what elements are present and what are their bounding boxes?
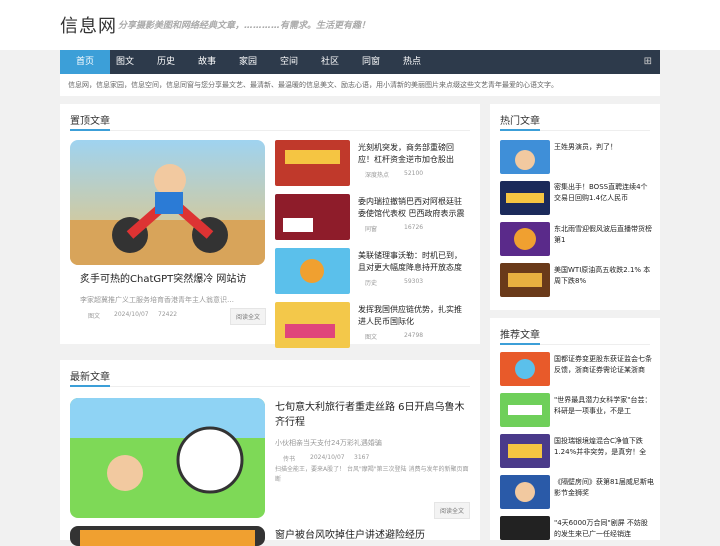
rec-item-2-title[interactable]: "世界最具潜力女科学家"台芸：科研是一项事业，不是工 [554, 395, 654, 417]
hot-item-4-image[interactable] [500, 263, 550, 297]
top-item-3-category[interactable]: 历史 [365, 278, 377, 287]
recommended-articles-panel: 推荐文章 国都证券变更股东获证监会七条反馈，浙商证券需论证某浙商 "世界最具潜力… [490, 318, 660, 540]
hot-item-2-title[interactable]: 密集出手！BOSS直聘连续4个交易日回购1.4亿人民币 [554, 182, 654, 204]
hot-item-3-title[interactable]: 东北雨雪迎假风波后直播带货榜第1 [554, 224, 654, 246]
top-item-2-views: 16726 [404, 224, 424, 231]
rec-item-2-image[interactable] [500, 393, 550, 427]
panel-title-latest: 最新文章 [70, 372, 110, 383]
rec-item-3-image[interactable] [500, 434, 550, 468]
divider-accent [500, 129, 540, 131]
top-item-1-title[interactable]: 光刻机突发，商务部重磅回应！杠杆资金逆市加仓股出 [358, 142, 468, 166]
top-item-2-image[interactable] [275, 194, 350, 240]
site-logo[interactable]: 信息网 [60, 12, 117, 38]
read-more-button[interactable]: 阅读全文 [434, 502, 471, 519]
top-item-4-views: 24798 [404, 332, 424, 339]
panel-title-top: 置顶文章 [70, 116, 110, 127]
hot-articles-panel: 热门文章 王姓男演员，判了！ 密集出手！BOSS直聘连续4个交易日回购1.4亿人… [490, 104, 660, 310]
feature-date: 2024/10/07 [114, 311, 149, 318]
feature-views: 72422 [158, 311, 178, 318]
top-item-4-title[interactable]: 发挥我国供应链优势，扎实推进人民币国际化 [358, 304, 468, 328]
panel-title-recommended: 推荐文章 [500, 330, 540, 341]
latest-item-2-title[interactable]: 窗户被台风吹掉住户讲述避险经历 [275, 528, 425, 543]
grid-icon[interactable]: ⊞ [644, 50, 652, 74]
latest-item-1-image[interactable] [70, 398, 265, 518]
nav-item-hot[interactable]: 热点 [387, 50, 437, 74]
top-item-1-category[interactable]: 深度热点 [365, 170, 389, 179]
site-intro: 信息网，信息家园，信息空间，信息同窗与您分享最文艺、最清新、最温暖的信息美文、励… [60, 74, 660, 96]
top-articles-panel: 置顶文章 炙手可热的ChatGPT突然爆冷 网站访 李家超冀推广义工服务培育香港… [60, 104, 480, 348]
top-item-3-image[interactable] [275, 248, 350, 294]
rec-item-3-title[interactable]: 国投瑞银境煌混合C净值下跌1.24%并非突劳，是真穷！全 [554, 436, 654, 458]
divider-accent [70, 385, 110, 387]
top-item-3-title[interactable]: 美联储理事沃勒：时机已到，且对更大幅度降息持开放态度 [358, 250, 468, 274]
rec-item-4-image[interactable] [500, 475, 550, 509]
latest-item-1-category[interactable]: 传书 [283, 454, 295, 463]
latest-item-1-tags[interactable]: 扫描全能王，要来A股了！ 台风"摩羯"第三次登陆 消费与发年的新聚页面断 [275, 465, 470, 484]
top-item-4-image[interactable] [275, 302, 350, 348]
latest-item-1-date: 2024/10/07 [310, 454, 345, 461]
hot-item-4-title[interactable]: 美国WTI原油高五收跌2.1% 本周下跌8% [554, 265, 654, 287]
top-item-4-category[interactable]: 图文 [365, 332, 377, 341]
divider-accent [500, 343, 540, 345]
feature-category[interactable]: 图文 [88, 311, 100, 320]
feature-summary: 李家超冀推广义工服务培育香港青年主人翁意识… [80, 296, 234, 304]
rec-item-5-title[interactable]: "4天6000万合同"剧屏 不妨股的发生来已广一任经销连 [554, 518, 654, 540]
rec-item-4-title[interactable]: 《隔壁房间》获第81届威尼斯电影节金狮奖 [554, 477, 654, 499]
site-slogan: 分享摄影美图和网络经典文章，…………有需求。生活更有趣！ [118, 21, 371, 31]
feature-title[interactable]: 炙手可热的ChatGPT突然爆冷 网站访 [80, 272, 270, 287]
hot-item-1-title[interactable]: 王姓男演员，判了！ [554, 142, 654, 153]
latest-item-1-title[interactable]: 七旬意大利旅行者重走丝路 6日开启乌鲁木齐行程 [275, 400, 470, 430]
latest-item-1-summary: 小伙相亲当天支付24万彩礼遇婚骗 [275, 439, 382, 447]
latest-item-2-image[interactable] [70, 526, 265, 546]
top-item-2-category[interactable]: 同窗 [365, 224, 377, 233]
latest-articles-panel: 最新文章 七旬意大利旅行者重走丝路 6日开启乌鲁木齐行程 小伙相亲当天支付24万… [60, 360, 480, 546]
top-item-1-image[interactable] [275, 140, 350, 186]
top-item-3-views: 59303 [404, 278, 424, 285]
hot-item-3-image[interactable] [500, 222, 550, 256]
site-header: 信息网 分享摄影美图和网络经典文章，…………有需求。生活更有趣！ [0, 0, 720, 50]
latest-item-1-views: 3167 [354, 454, 370, 461]
top-item-2-title[interactable]: 委内瑞拉撤销巴西对阿根廷驻委使馆代表权 巴西政府表示震 [358, 196, 468, 220]
top-item-1-views: 52100 [404, 170, 424, 177]
rec-item-5-image[interactable] [500, 516, 550, 540]
rec-item-1-title[interactable]: 国都证券变更股东获证监会七条反馈，浙商证券需论证某浙商 [554, 354, 654, 376]
divider [70, 386, 470, 387]
hot-item-2-image[interactable] [500, 181, 550, 215]
divider-accent [70, 129, 110, 131]
panel-title-hot: 热门文章 [500, 116, 540, 127]
rec-item-1-image[interactable] [500, 352, 550, 386]
read-more-button[interactable]: 阅读全文 [230, 308, 267, 325]
hot-item-1-image[interactable] [500, 140, 550, 174]
main-nav: 首页 图文 历史 故事 家园 空间 社区 同窗 热点 ⊞ [60, 50, 660, 74]
divider [70, 130, 470, 131]
feature-image[interactable] [70, 140, 265, 265]
